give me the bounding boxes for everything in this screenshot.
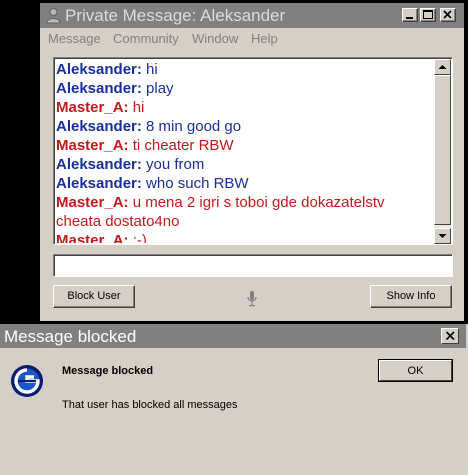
maximize-button[interactable] (420, 8, 436, 22)
menu-window[interactable]: Window (192, 31, 238, 47)
chat-message: Aleksander: you from (56, 155, 426, 174)
chat-message: Master_A: u mena 2 igri s toboi gde doka… (56, 193, 426, 231)
arrow-down-icon (438, 234, 447, 238)
arrow-up-icon (438, 65, 447, 69)
chat-text: who such RBW (141, 175, 249, 192)
chat-sender: Aleksander: (56, 61, 142, 78)
chat-message: Master_A: :-) (56, 231, 426, 243)
dialog-title: Message blocked (4, 327, 137, 346)
scroll-up-button[interactable] (434, 59, 451, 75)
close-icon (445, 331, 455, 341)
message-input[interactable] (57, 256, 451, 277)
chat-message: Master_A: hi (56, 98, 426, 117)
chat-sender: Master_A: (56, 99, 129, 116)
menu-message[interactable]: Message (48, 31, 101, 47)
message-input-box (53, 254, 453, 277)
menu-help[interactable]: Help (251, 31, 278, 47)
minimize-icon (406, 17, 413, 19)
block-user-button[interactable]: Block User (53, 285, 135, 308)
chat-scrollbar[interactable] (434, 59, 451, 244)
show-info-button[interactable]: Show Info (370, 285, 452, 308)
chat-text: ti cheater RBW (128, 137, 234, 154)
dialog-heading: Message blocked (62, 365, 154, 377)
chat-message: Aleksander: who such RBW (56, 174, 426, 193)
chat-log-frame: Aleksander: hi Aleksander: play Master_A: … (53, 57, 453, 245)
maximize-icon (423, 10, 433, 19)
chat-log[interactable]: Aleksander: hi Aleksander: play Master_A: … (56, 60, 434, 243)
dialog-message: That user has blocked all messages (62, 399, 238, 411)
pm-titlebar[interactable]: Private Message: Aleksander (40, 3, 464, 28)
chat-text: :-) (128, 232, 147, 243)
chat-message: Aleksander: play (56, 79, 426, 98)
chat-sender: Aleksander: (56, 156, 142, 173)
chat-text: play (141, 80, 174, 97)
close-icon (443, 10, 452, 19)
menubar: Message Community Window Help (40, 28, 464, 50)
person-icon (45, 7, 62, 24)
minimize-button[interactable] (402, 8, 418, 22)
chat-text: hi (141, 61, 158, 78)
chat-text: hi (128, 99, 145, 116)
chat-message: Master_A: ti cheater RBW (56, 136, 426, 155)
chat-text: you from (141, 156, 205, 173)
chat-sender: Master_A: (56, 232, 129, 243)
app-logo-icon (10, 364, 44, 398)
chat-message: Aleksander: hi (56, 60, 426, 79)
dialog-close-button[interactable] (441, 328, 459, 344)
chat-text: 8 min good go (141, 118, 242, 135)
chat-sender: Aleksander: (56, 80, 142, 97)
chat-sender: Master_A: (56, 137, 129, 154)
scroll-thumb[interactable] (434, 75, 451, 225)
chat-message: Aleksander: 8 min good go (56, 117, 426, 136)
microphone-icon[interactable] (246, 290, 258, 308)
private-message-window: Private Message: Aleksander Message Comm… (40, 3, 464, 321)
ok-button-label: OK (379, 360, 452, 381)
ok-button[interactable]: OK (378, 359, 453, 382)
menu-community[interactable]: Community (113, 31, 179, 47)
dialog-titlebar[interactable]: Message blocked (0, 324, 466, 348)
close-button[interactable] (440, 8, 456, 22)
chat-sender: Aleksander: (56, 118, 142, 135)
chat-sender: Aleksander: (56, 175, 142, 192)
chat-sender: Master_A: (56, 194, 129, 211)
scroll-down-button[interactable] (434, 228, 451, 244)
pm-title: Private Message: Aleksander (65, 6, 286, 25)
message-blocked-dialog: Message blocked Message blocked That use… (0, 324, 468, 475)
